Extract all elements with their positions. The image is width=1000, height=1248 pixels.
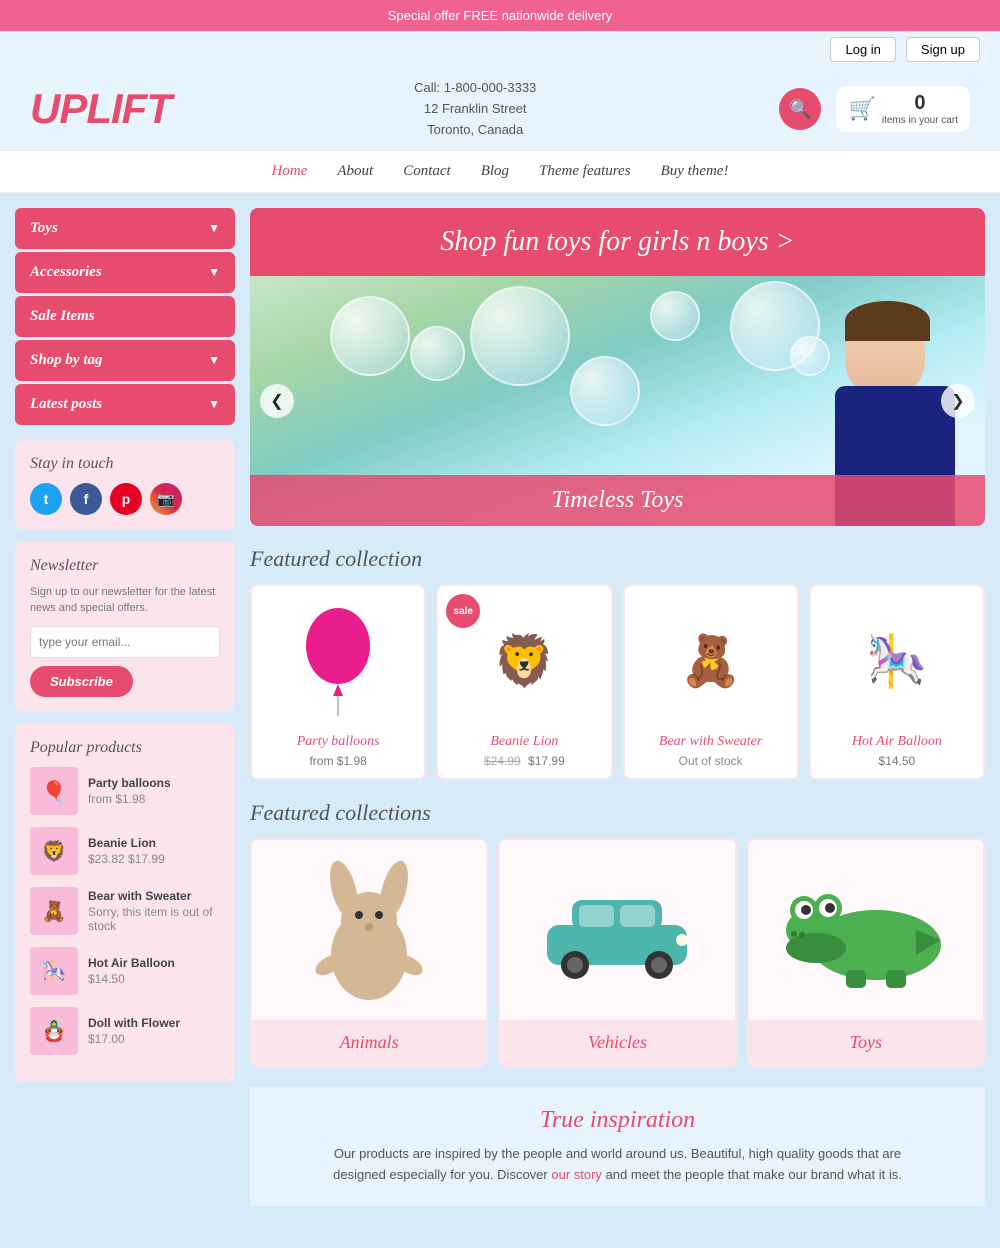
- list-item[interactable]: 🦁 Beanie Lion $23.82 $17.99: [30, 827, 220, 875]
- facebook-icon[interactable]: f: [70, 483, 102, 515]
- header: UPLIFT Call: 1-800-000-3333 12 Franklin …: [0, 68, 1000, 150]
- pinterest-icon[interactable]: p: [110, 483, 142, 515]
- product-image: [262, 596, 414, 726]
- sidebar: Toys ▼ Accessories ▼ Sale Items Shop by …: [15, 208, 235, 1206]
- list-item[interactable]: 🎈 Party balloons from $1.98: [30, 767, 220, 815]
- chevron-down-icon: ▼: [208, 221, 220, 236]
- slider-next-button[interactable]: ❯: [941, 384, 975, 418]
- newsletter-desc: Sign up to our newsletter for the latest…: [30, 585, 220, 616]
- list-item[interactable]: 🧸 Bear with Sweater Sorry, this item is …: [30, 887, 220, 935]
- login-button[interactable]: Log in: [830, 37, 895, 62]
- sidebar-item-shop-by-tag[interactable]: Shop by tag ▼: [15, 340, 235, 381]
- product-card[interactable]: Party balloons from $1.98: [250, 584, 426, 780]
- stay-in-touch-title: Stay in touch: [30, 455, 220, 473]
- auth-bar: Log in Sign up: [0, 31, 1000, 68]
- collection-grid: Animals: [250, 838, 985, 1067]
- inspiration-title: True inspiration: [270, 1107, 965, 1134]
- search-button[interactable]: 🔍: [779, 88, 821, 130]
- collection-label: Animals: [252, 1020, 486, 1065]
- popular-products-title: Popular products: [30, 739, 220, 757]
- main-content: Shop fun toys for girls n boys >: [250, 208, 985, 1206]
- main-container: Toys ▼ Accessories ▼ Sale Items Shop by …: [0, 193, 1000, 1221]
- product-thumbnail: 🦁: [30, 827, 78, 875]
- sidebar-item-accessories[interactable]: Accessories ▼: [15, 252, 235, 293]
- collection-image: [500, 840, 734, 1020]
- inspiration-text: Our products are inspired by the people …: [318, 1144, 918, 1186]
- hero-cta[interactable]: Shop fun toys for girls n boys >: [250, 208, 985, 276]
- product-thumbnail: 🪆: [30, 1007, 78, 1055]
- sidebar-item-latest-posts[interactable]: Latest posts ▼: [15, 384, 235, 425]
- nav-theme-features[interactable]: Theme features: [539, 163, 631, 180]
- social-icons: t f p 📷: [30, 483, 220, 515]
- product-card[interactable]: sale 🦁 Beanie Lion $24.99 $17.99: [436, 584, 612, 780]
- stay-in-touch-box: Stay in touch t f p 📷: [15, 440, 235, 530]
- search-icon: 🔍: [789, 99, 811, 120]
- instagram-icon[interactable]: 📷: [150, 483, 182, 515]
- bubble-decoration: [570, 356, 640, 426]
- collection-image: [749, 840, 983, 1020]
- slider-prev-button[interactable]: ❮: [260, 384, 294, 418]
- featured-collections-title: Featured collections: [250, 800, 985, 826]
- newsletter-title: Newsletter: [30, 557, 220, 575]
- collection-label: Vehicles: [500, 1020, 734, 1065]
- subscribe-button[interactable]: Subscribe: [30, 666, 133, 697]
- collection-label: Toys: [749, 1020, 983, 1065]
- cart-icon: 🛒: [848, 96, 875, 122]
- chevron-down-icon: ▼: [208, 353, 220, 368]
- chevron-down-icon: ▼: [208, 397, 220, 412]
- product-grid: Party balloons from $1.98 sale 🦁 Beanie …: [250, 584, 985, 780]
- collection-card-animals[interactable]: Animals: [250, 838, 488, 1067]
- product-thumbnail: 🎈: [30, 767, 78, 815]
- nav-about[interactable]: About: [337, 163, 373, 180]
- product-card[interactable]: 🧸 Bear with Sweater Out of stock: [623, 584, 799, 780]
- product-image: 🧸: [635, 596, 787, 726]
- list-item[interactable]: 🪆 Doll with Flower $17.00: [30, 1007, 220, 1055]
- hero-slider: ❮ ❯ Timeless Toys: [250, 276, 985, 526]
- signup-button[interactable]: Sign up: [906, 37, 980, 62]
- collection-image: [252, 840, 486, 1020]
- list-item[interactable]: 🎠 Hot Air Balloon $14.50: [30, 947, 220, 995]
- collection-card-toys[interactable]: Toys: [747, 838, 985, 1067]
- main-nav: Home About Contact Blog Theme features B…: [0, 150, 1000, 193]
- product-thumbnail: 🎠: [30, 947, 78, 995]
- sidebar-menu: Toys ▼ Accessories ▼ Sale Items Shop by …: [15, 208, 235, 425]
- slider-label: Timeless Toys: [250, 475, 985, 526]
- collection-card-vehicles[interactable]: Vehicles: [498, 838, 736, 1067]
- bubble-decoration: [330, 296, 410, 376]
- sidebar-item-sale[interactable]: Sale Items: [15, 296, 235, 337]
- featured-collection-title: Featured collection: [250, 546, 985, 572]
- header-contact: Call: 1-800-000-3333 12 Franklin Street …: [414, 78, 536, 140]
- twitter-icon[interactable]: t: [30, 483, 62, 515]
- product-card[interactable]: 🎠 Hot Air Balloon $14.50: [809, 584, 985, 780]
- product-thumbnail: 🧸: [30, 887, 78, 935]
- bubble-decoration: [470, 286, 570, 386]
- chevron-down-icon: ▼: [208, 265, 220, 280]
- popular-products-box: Popular products 🎈 Party balloons from $…: [15, 724, 235, 1082]
- nav-contact[interactable]: Contact: [403, 163, 451, 180]
- sidebar-item-toys[interactable]: Toys ▼: [15, 208, 235, 249]
- email-field[interactable]: [30, 626, 220, 658]
- nav-buy-theme[interactable]: Buy theme!: [661, 163, 729, 180]
- cart-button[interactable]: 🛒 0 items in your cart: [836, 86, 970, 132]
- nav-home[interactable]: Home: [272, 163, 308, 180]
- nav-blog[interactable]: Blog: [481, 163, 509, 180]
- inspiration-section: True inspiration Our products are inspir…: [250, 1087, 985, 1206]
- logo[interactable]: UPLIFT: [30, 85, 171, 133]
- header-right: 🔍 🛒 0 items in your cart: [779, 86, 970, 132]
- top-banner: Special offer FREE nationwide delivery: [0, 0, 1000, 31]
- product-image: 🎠: [821, 596, 973, 726]
- our-story-link[interactable]: our story: [551, 1167, 602, 1182]
- newsletter-box: Newsletter Sign up to our newsletter for…: [15, 542, 235, 712]
